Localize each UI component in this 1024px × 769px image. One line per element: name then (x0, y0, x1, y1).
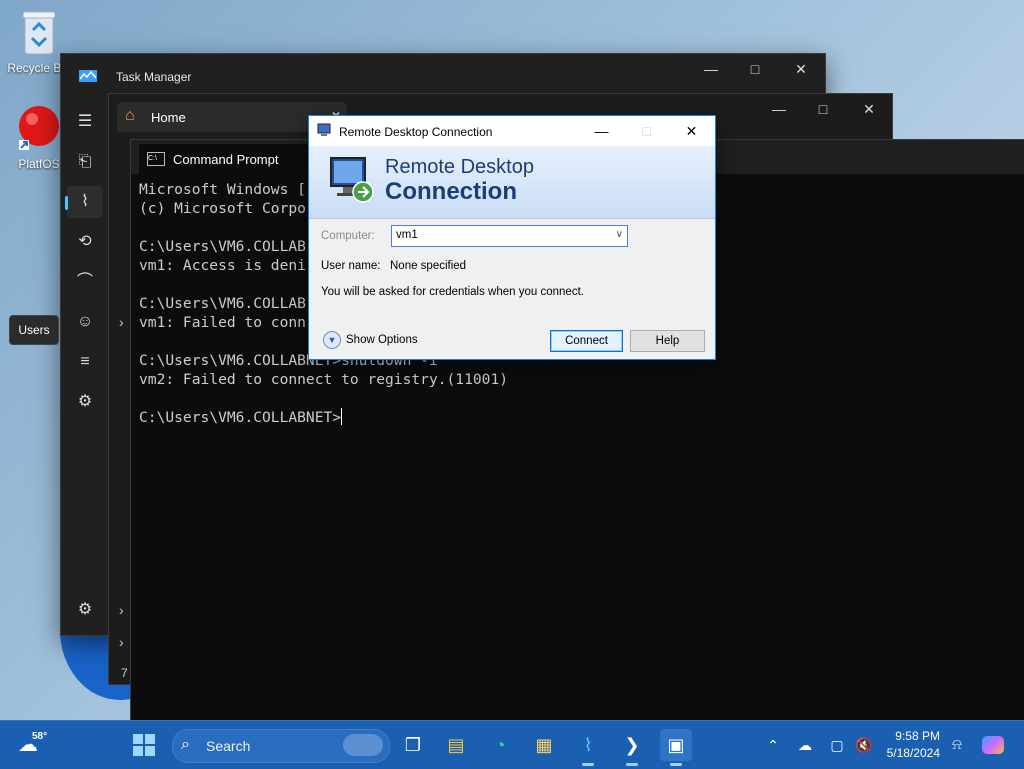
show-options-icon[interactable]: ▼ (323, 331, 341, 349)
weather-widget[interactable]: ☁ 58° (18, 729, 58, 761)
cmd-icon: C:\ (147, 152, 165, 166)
home-side-strip: › › › 7 (109, 134, 131, 684)
copilot-icon[interactable] (977, 729, 1009, 761)
red-ball-icon (19, 106, 59, 150)
home-close-button[interactable]: ✕ (847, 94, 891, 124)
side-count: 7 (121, 666, 128, 680)
task-manager-titlebar[interactable]: Task Manager — □ ✕ (61, 54, 825, 96)
home-minimize-button[interactable]: — (757, 94, 801, 124)
task-manager-nav: ☰ ⎗ ⌇ ⟲ ⌒ ☺ ≡ ⚙ ⚙ (61, 96, 109, 635)
edge-icon[interactable]: ◔ (484, 729, 516, 761)
remote-desktop-icon (330, 157, 374, 203)
users-tooltip: Users (9, 315, 59, 345)
console-prompt-line: C:\Users\VM6.COLLABNET> (139, 408, 1009, 427)
cmd-tab-label: Command Prompt (173, 152, 279, 167)
username-label: User name: (321, 260, 381, 272)
store-icon[interactable]: ▦ (528, 729, 560, 761)
search-placeholder: Search (206, 738, 251, 754)
expand-chevron[interactable]: › (119, 602, 124, 618)
remote-desktop-dialog[interactable]: Remote Desktop Connection — □ ✕ Remote D… (308, 115, 716, 360)
console-prompt: C:\Users\VM6.COLLABNET> (139, 409, 342, 426)
rdc-minimize-button[interactable]: — (579, 116, 624, 146)
settings-icon[interactable]: ⚙ (67, 594, 103, 626)
console-line: ​ (139, 389, 1009, 408)
rdc-title-icon (317, 123, 331, 136)
recycle-bin-icon (22, 11, 56, 55)
task-manager-icon (79, 70, 97, 82)
date-text: 5/18/2024 (886, 746, 940, 760)
clock[interactable]: 9:58 PM 5/18/2024 (876, 729, 940, 760)
task-manager-title: Task Manager (116, 70, 192, 84)
users-icon[interactable]: ☺ (67, 306, 103, 338)
weather-temp: 58° (32, 731, 48, 742)
hamburger-menu-icon[interactable]: ☰ (67, 106, 103, 138)
chevron-down-icon[interactable]: ∨ (616, 229, 623, 240)
cmd-tab[interactable]: C:\ Command Prompt (139, 144, 324, 174)
services-icon[interactable]: ⚙ (67, 386, 103, 418)
remote-desktop-taskbar-icon[interactable]: ▣ (660, 729, 692, 766)
task-manager-taskbar-icon[interactable]: ⌇ (572, 729, 604, 766)
taskbar-search[interactable]: ⌕ Search (172, 729, 390, 763)
chevron-up-icon[interactable]: ⌃ (757, 729, 789, 761)
console-line: vm2: Failed to connect to registry.(1100… (139, 371, 509, 388)
taskbar: ☁ 58° ⌕ Search ❐ ▤ ◔ ▦ ⌇ ❯ ▣ ⌃ ☁ ▢ 🔇 9:5… (0, 720, 1024, 769)
credentials-info: You will be asked for credentials when y… (321, 286, 584, 298)
onedrive-off-icon[interactable]: ☁ (789, 729, 821, 761)
rdc-banner-line2: Connection (385, 178, 517, 205)
terminal-icon[interactable]: ❯ (616, 729, 648, 766)
show-options-link[interactable]: Show Options (346, 334, 418, 346)
notification-bell-icon[interactable]: ⍾ (941, 729, 973, 761)
computer-value: vm1 (396, 229, 418, 241)
rdc-title: Remote Desktop Connection (339, 125, 493, 139)
startup-apps-icon[interactable]: ⌒ (67, 266, 103, 298)
windows-logo-icon (133, 734, 155, 756)
home-tab-label: Home (151, 110, 186, 125)
processes-icon[interactable]: ⎗ (67, 146, 103, 178)
home-icon: ⌂ (125, 107, 135, 124)
search-icon: ⌕ (181, 736, 190, 753)
expand-chevron[interactable]: › (119, 314, 124, 330)
connect-button[interactable]: Connect (550, 330, 623, 352)
file-explorer-icon[interactable]: ▤ (440, 729, 472, 761)
home-maximize-button[interactable]: □ (801, 94, 845, 124)
text-cursor (341, 408, 343, 425)
rdc-banner: Remote Desktop Connection (309, 146, 715, 219)
tm-close-button[interactable]: ✕ (779, 54, 823, 84)
app-history-icon[interactable]: ⟲ (67, 226, 103, 258)
start-button[interactable] (128, 729, 160, 761)
help-button[interactable]: Help (630, 330, 705, 352)
tm-minimize-button[interactable]: — (689, 54, 733, 84)
computer-combobox[interactable]: vm1 ∨ (391, 225, 628, 247)
expand-chevron[interactable]: › (119, 634, 124, 650)
tm-maximize-button[interactable]: □ (733, 54, 777, 84)
rdc-maximize-button: □ (642, 123, 651, 139)
task-view-icon[interactable]: ❐ (397, 729, 429, 761)
search-highlight-icon (343, 734, 383, 756)
computer-label: Computer: (321, 230, 375, 242)
rdc-banner-line1: Remote Desktop (385, 156, 534, 178)
rdc-body: Computer: vm1 ∨ User name: None specifie… (309, 219, 715, 359)
details-icon[interactable]: ≡ (67, 346, 103, 378)
username-value: None specified (390, 260, 467, 272)
rdc-titlebar[interactable]: Remote Desktop Connection — □ ✕ (309, 116, 715, 146)
time-text: 9:58 PM (895, 729, 940, 743)
rdc-close-button[interactable]: ✕ (669, 116, 714, 146)
performance-icon[interactable]: ⌇ (65, 186, 103, 218)
